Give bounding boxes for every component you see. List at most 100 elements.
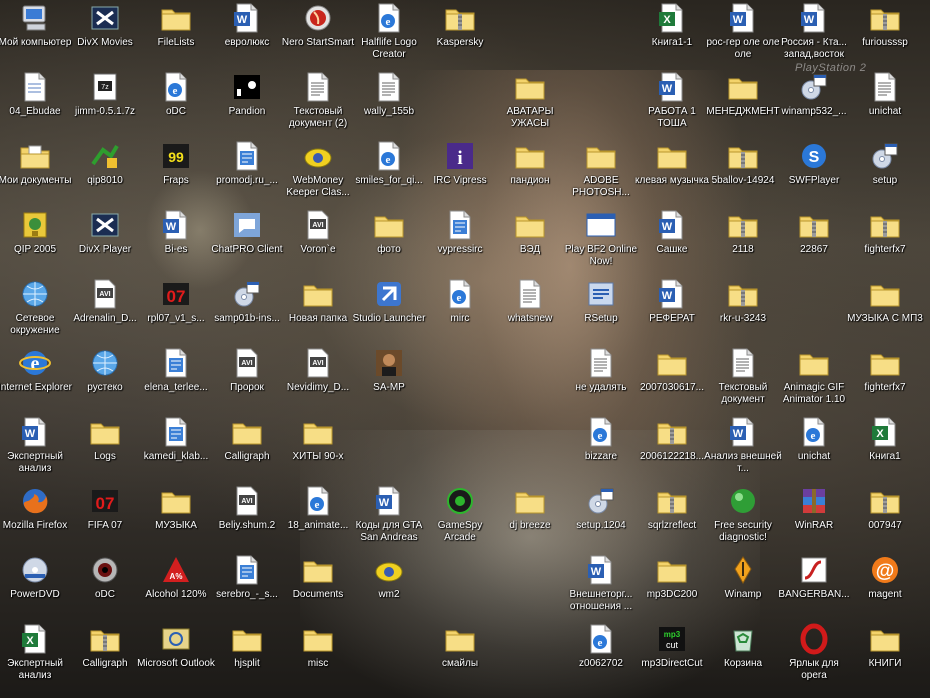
desktop-icon[interactable]: Мои документы: [0, 138, 71, 207]
desktop-icon[interactable]: Мой компьютер: [0, 0, 71, 69]
desktop-icon[interactable]: e Internet Explorer: [0, 345, 72, 414]
desktop-icon[interactable]: 2007030617...: [637, 345, 707, 414]
desktop-icon[interactable]: AVI Adrenalin_D...: [70, 276, 140, 345]
desktop-icon[interactable]: winamp532_...: [779, 69, 849, 138]
desktop-icon[interactable]: Ярлык для opera: [779, 621, 849, 690]
desktop-icon[interactable]: W Коды для GTA San Andreas: [354, 483, 424, 552]
desktop-icon[interactable]: Mozilla Firefox: [0, 483, 70, 552]
desktop-icon[interactable]: Wевролюкс: [212, 0, 282, 69]
desktop-icon[interactable]: e unichat: [779, 414, 849, 483]
desktop-icon[interactable]: furiousssp: [850, 0, 920, 69]
desktop-icon[interactable]: WinRAR: [779, 483, 849, 552]
desktop-icon[interactable]: misc: [283, 621, 353, 690]
desktop-icon[interactable]: ХИТЫ 90-х: [283, 414, 353, 483]
desktop-icon[interactable]: qip8010: [70, 138, 140, 207]
desktop-icon[interactable]: МУЗЫКА С МП3: [847, 276, 923, 345]
desktop-icon[interactable]: QIP 2005: [0, 207, 70, 276]
desktop-icon[interactable]: Nero StartSmart: [282, 0, 354, 69]
desktop-icon[interactable]: рустеко: [70, 345, 140, 414]
desktop-icon[interactable]: Winamp: [708, 552, 778, 621]
desktop-icon[interactable]: 99 Fraps: [141, 138, 211, 207]
desktop-icon[interactable]: 04_Ebudae: [0, 69, 70, 138]
desktop-icon[interactable]: wally_155b: [354, 69, 424, 138]
desktop-icon[interactable]: AVI Nevidimy_D...: [283, 345, 353, 414]
desktop-icon[interactable]: S SWFPlayer: [779, 138, 849, 207]
desktop-icon[interactable]: e oDC: [141, 69, 211, 138]
desktop-icon[interactable]: W РАБОТА 1 ТОША: [637, 69, 707, 138]
desktop-icon[interactable]: X Книга1: [850, 414, 920, 483]
desktop-icon[interactable]: e Halflife Logo Creator: [354, 0, 424, 69]
desktop-icon[interactable]: Calligraph: [70, 621, 140, 690]
desktop-icon[interactable]: Play BF2 Online Now!: [565, 207, 637, 276]
desktop-icon[interactable]: DivX Player: [70, 207, 140, 276]
desktop-icon[interactable]: АВАТАРЫ УЖАСЫ: [495, 69, 565, 138]
desktop-icon[interactable]: 2006122218...: [637, 414, 707, 483]
desktop-icon[interactable]: BANGERBAN...: [778, 552, 850, 621]
desktop-icon[interactable]: e bizzare: [566, 414, 636, 483]
desktop-icon[interactable]: e mirc: [425, 276, 495, 345]
desktop-icon[interactable]: e z0062702: [566, 621, 636, 690]
desktop-icon[interactable]: Новая папка: [283, 276, 353, 345]
desktop-icon[interactable]: Сетевое окружение: [0, 276, 70, 345]
desktop-icon[interactable]: МЕНЕДЖМЕНТ: [706, 69, 780, 138]
desktop-icon[interactable]: Текстовый документ (2): [283, 69, 353, 138]
desktop-icon[interactable]: GameSpy Arcade: [425, 483, 495, 552]
desktop-icon[interactable]: WebMoney Keeper Clas...: [283, 138, 353, 207]
desktop-icon[interactable]: AVI Beliy.shum.2: [212, 483, 282, 552]
desktop-icon[interactable]: 22867: [779, 207, 849, 276]
desktop-icon[interactable]: rkr-u-3243: [708, 276, 778, 345]
desktop-icon[interactable]: 2118: [708, 207, 778, 276]
desktop-icon[interactable]: КНИГИ: [850, 621, 920, 690]
desktop-icon[interactable]: Studio Launcher: [353, 276, 425, 345]
desktop-icon[interactable]: ВЭД: [495, 207, 565, 276]
desktop-icon[interactable]: 7z jimm-0.5.1.7z: [70, 69, 140, 138]
desktop-icon[interactable]: fighterfx7: [850, 207, 920, 276]
desktop-icon[interactable]: X Экспертный анализ: [0, 621, 70, 690]
desktop-icon[interactable]: i IRC Vipress: [425, 138, 495, 207]
desktop-icon[interactable]: Logs: [70, 414, 140, 483]
desktop-icon[interactable]: FileLists: [141, 0, 211, 69]
desktop-icon[interactable]: oDC: [70, 552, 140, 621]
desktop-icon[interactable]: promodj.ru_...: [212, 138, 282, 207]
desktop-icon[interactable]: e smiles_for_qi...: [354, 138, 424, 207]
desktop-icon[interactable]: Kaspersky: [425, 0, 495, 69]
desktop-icon[interactable]: W Внешнеторг... отношения ...: [566, 552, 636, 621]
desktop-icon[interactable]: vypressirc: [425, 207, 495, 276]
desktop-icon[interactable]: e 18_animate...: [283, 483, 353, 552]
desktop-icon[interactable]: 007947: [850, 483, 920, 552]
desktop-icon[interactable]: hjsplit: [212, 621, 282, 690]
desktop-icon[interactable]: ADOBE PHOTOSH...: [566, 138, 636, 207]
desktop-icon[interactable]: PowerDVD: [0, 552, 70, 621]
desktop-icon[interactable]: W Анализ внешней т...: [704, 414, 782, 483]
desktop-icon[interactable]: elena_terlee...: [141, 345, 211, 414]
desktop-icon[interactable]: Pandion: [212, 69, 282, 138]
desktop-icon[interactable]: mp3DC200: [637, 552, 707, 621]
desktop-icon[interactable]: Animagic GIF Animator 1.10: [779, 345, 849, 414]
desktop-icon[interactable]: fighterfx7: [850, 345, 920, 414]
desktop-icon[interactable]: unichat: [850, 69, 920, 138]
desktop-icon[interactable]: клевая музычка: [635, 138, 709, 207]
desktop-icon[interactable]: kamedi_klab...: [141, 414, 211, 483]
desktop-icon[interactable]: AVI Voron`e: [283, 207, 353, 276]
desktop-icon[interactable]: Microsoft Outlook: [137, 621, 215, 690]
desktop-icon[interactable]: setup.1204: [566, 483, 636, 552]
desktop-icon[interactable]: не удалять: [566, 345, 636, 414]
desktop-icon[interactable]: mp3 cut mp3DirectCut: [637, 621, 707, 690]
desktop-icon[interactable]: W РЕФЕРАТ: [637, 276, 707, 345]
desktop-icon[interactable]: Wрос-гер оле оле оле: [706, 0, 780, 69]
desktop-icon[interactable]: МУЗЫКА: [141, 483, 211, 552]
desktop-icon[interactable]: whatsnew: [495, 276, 565, 345]
desktop-icon[interactable]: пандион: [495, 138, 565, 207]
desktop-icon[interactable]: ChatPRO Client: [211, 207, 283, 276]
desktop-icon[interactable]: RSetup: [566, 276, 636, 345]
desktop-icon[interactable]: смайлы: [425, 621, 495, 690]
desktop-icon[interactable]: Текстовый документ: [708, 345, 778, 414]
desktop-icon[interactable]: samp01b-ins...: [212, 276, 282, 345]
desktop-icon[interactable]: фото: [354, 207, 424, 276]
desktop-icon[interactable]: W Сашке: [637, 207, 707, 276]
desktop-icon[interactable]: Free security diagnostic!: [708, 483, 778, 552]
desktop-icon[interactable]: 07 FIFA 07: [70, 483, 140, 552]
desktop-icon[interactable]: W Экспертный анализ: [0, 414, 70, 483]
desktop-icon[interactable]: 07 rpl07_v1_s...: [141, 276, 211, 345]
desktop[interactable]: PlayStation 2 Мой компьютер 04_Ebudae Мои …: [0, 0, 930, 698]
